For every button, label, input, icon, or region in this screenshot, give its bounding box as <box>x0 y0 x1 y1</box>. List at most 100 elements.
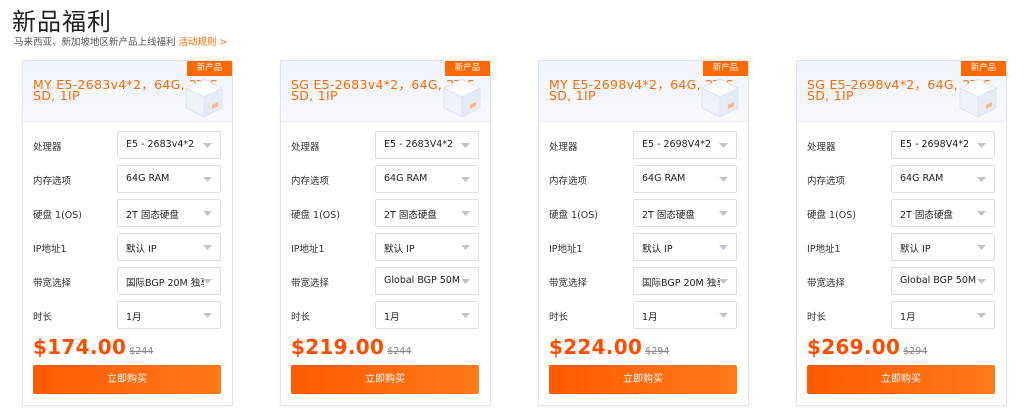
option-row-memory: 内存选项 64G RAM <box>291 165 481 193</box>
select-value: 1月 <box>642 312 658 323</box>
select-value: 2T 固态硬盘 <box>384 210 437 221</box>
chevron-down-icon <box>977 143 986 148</box>
duration-select[interactable]: 1月 <box>117 301 221 329</box>
select-value: 64G RAM <box>900 173 944 184</box>
option-label: 处理器 <box>807 142 836 153</box>
select-value: E5 - 2683V4*2 <box>384 139 454 150</box>
disk-select[interactable]: 2T 固态硬盘 <box>375 199 479 227</box>
ip-select[interactable]: 默认 IP <box>375 233 479 261</box>
chevron-down-icon <box>461 245 470 250</box>
option-label: 时长 <box>549 312 569 323</box>
option-label: 硬盘 1(OS) <box>291 210 340 221</box>
select-value: 1月 <box>900 312 916 323</box>
option-label: 带宽选择 <box>291 278 330 289</box>
option-row-ip: IP地址1 默认 IP <box>291 233 481 261</box>
bandwidth-select[interactable]: 国际BGP 20M 独享 <box>117 267 221 295</box>
chevron-down-icon <box>203 177 212 182</box>
chevron-down-icon <box>977 279 986 284</box>
ip-select[interactable]: 默认 IP <box>117 233 221 261</box>
duration-select[interactable]: 1月 <box>891 301 995 329</box>
chevron-down-icon <box>977 313 986 318</box>
original-price: $294 <box>645 346 670 357</box>
select-value: 64G RAM <box>384 173 428 184</box>
cpu-select[interactable]: E5 - 2683V4*2 <box>375 131 479 159</box>
product-card: SG E5-2683v4*2，64G, 2T SSD, 1IP 新产品 处理器 … <box>280 60 491 406</box>
duration-select[interactable]: 1月 <box>375 301 479 329</box>
option-label: 带宽选择 <box>807 278 846 289</box>
option-label: 带宽选择 <box>549 278 588 289</box>
option-row-memory: 内存选项 64G RAM <box>33 165 223 193</box>
option-row-ip: IP地址1 默认 IP <box>33 233 223 261</box>
buy-now-button[interactable]: 立即购买 <box>807 365 995 394</box>
select-value: 国际BGP 20M 独享 <box>642 278 720 289</box>
select-value: Global BGP 50M <box>900 275 977 286</box>
option-label: IP地址1 <box>549 244 583 255</box>
page-subtitle: 马来西亚、新加坡地区新产品上线福利 活动规则 > <box>14 34 228 48</box>
activity-rules-link[interactable]: 活动规则 > <box>179 37 228 48</box>
option-label: 带宽选择 <box>33 278 72 289</box>
memory-select[interactable]: 64G RAM <box>117 165 221 193</box>
chevron-down-icon <box>719 279 728 284</box>
chevron-down-icon <box>977 211 986 216</box>
chevron-down-icon <box>203 313 212 318</box>
page-title: 新品福利 <box>12 8 112 36</box>
chevron-down-icon <box>461 143 470 148</box>
price: $174.00 <box>33 335 127 359</box>
ip-select[interactable]: 默认 IP <box>891 233 995 261</box>
new-product-badge: 新产品 <box>961 61 1006 76</box>
option-row-bandwidth: 带宽选择 Global BGP 50M <box>291 267 481 295</box>
select-value: E5 - 2698V4*2 <box>900 139 970 150</box>
memory-select[interactable]: 64G RAM <box>633 165 737 193</box>
select-value: 默认 IP <box>642 244 673 255</box>
cpu-select[interactable]: E5 - 2698V4*2 <box>891 131 995 159</box>
option-row-bandwidth: 带宽选择 国际BGP 20M 独享 <box>33 267 223 295</box>
memory-select[interactable]: 64G RAM <box>891 165 995 193</box>
select-value: 1月 <box>384 312 400 323</box>
bandwidth-select[interactable]: Global BGP 50M <box>375 267 479 295</box>
chevron-down-icon <box>461 313 470 318</box>
cpu-select[interactable]: E5 - 2683v4*2 <box>117 131 221 159</box>
option-row-bandwidth: 带宽选择 国际BGP 20M 独享 <box>549 267 739 295</box>
disk-select[interactable]: 2T 固态硬盘 <box>117 199 221 227</box>
duration-select[interactable]: 1月 <box>633 301 737 329</box>
price: $269.00 <box>807 335 901 359</box>
chevron-down-icon <box>203 245 212 250</box>
option-row-disk: 硬盘 1(OS) 2T 固态硬盘 <box>291 199 481 227</box>
option-label: 时长 <box>33 312 53 323</box>
chevron-down-icon <box>719 313 728 318</box>
original-price: $244 <box>387 346 412 357</box>
buy-now-button[interactable]: 立即购买 <box>291 365 479 394</box>
select-value: 国际BGP 20M 独享 <box>126 278 204 289</box>
option-row-cpu: 处理器 E5 - 2683v4*2 <box>33 131 223 159</box>
select-value: 默认 IP <box>384 244 415 255</box>
chevron-down-icon <box>977 177 986 182</box>
select-value: 2T 固态硬盘 <box>900 210 953 221</box>
new-product-badge: 新产品 <box>703 61 748 76</box>
product-card: MY E5-2698v4*2，64G, 2T SSD, 1IP 新产品 处理器 … <box>538 60 749 406</box>
option-label: IP地址1 <box>33 244 67 255</box>
product-card: MY E5-2683v4*2，64G, 2T SSD, 1IP 新产品 处理器 … <box>22 60 233 406</box>
new-product-badge: 新产品 <box>445 61 490 76</box>
bandwidth-select[interactable]: Global BGP 50M <box>891 267 995 295</box>
buy-now-button[interactable]: 立即购买 <box>549 365 737 394</box>
disk-select[interactable]: 2T 固态硬盘 <box>633 199 737 227</box>
disk-select[interactable]: 2T 固态硬盘 <box>891 199 995 227</box>
chevron-down-icon <box>719 143 728 148</box>
ip-select[interactable]: 默认 IP <box>633 233 737 261</box>
bandwidth-select[interactable]: 国际BGP 20M 独享 <box>633 267 737 295</box>
buy-now-button[interactable]: 立即购买 <box>33 365 221 394</box>
option-label: 硬盘 1(OS) <box>549 210 598 221</box>
chevron-down-icon <box>977 245 986 250</box>
card-header: SG E5-2683v4*2，64G, 2T SSD, 1IP 新产品 <box>281 61 490 122</box>
option-label: 硬盘 1(OS) <box>33 210 82 221</box>
select-value: 2T 固态硬盘 <box>642 210 695 221</box>
option-label: IP地址1 <box>807 244 841 255</box>
option-row-bandwidth: 带宽选择 Global BGP 50M <box>807 267 997 295</box>
option-row-duration: 时长 1月 <box>549 301 739 329</box>
cpu-select[interactable]: E5 - 2698V4*2 <box>633 131 737 159</box>
select-value: 默认 IP <box>900 244 931 255</box>
select-value: 1月 <box>126 312 142 323</box>
memory-select[interactable]: 64G RAM <box>375 165 479 193</box>
price: $219.00 <box>291 335 385 359</box>
option-label: 内存选项 <box>807 176 846 187</box>
